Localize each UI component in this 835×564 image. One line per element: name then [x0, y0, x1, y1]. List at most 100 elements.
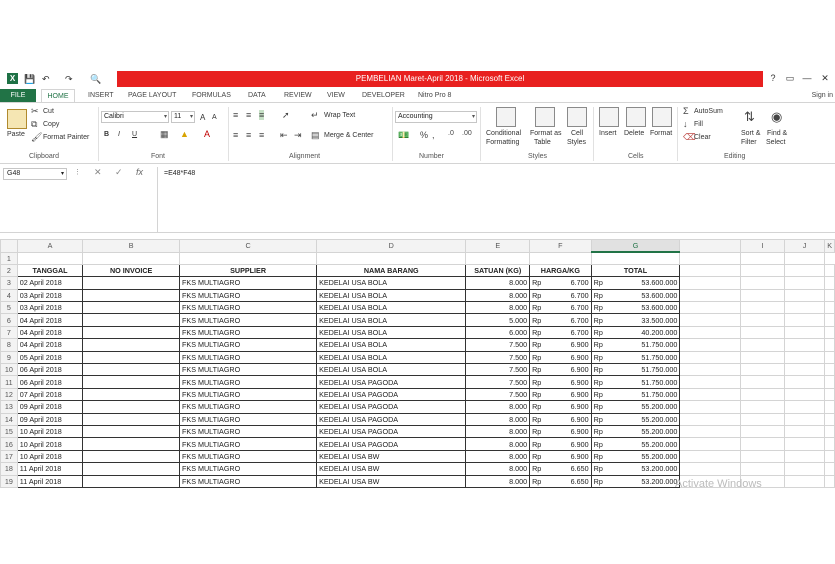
cell[interactable]: [783, 251, 826, 265]
cell-supplier[interactable]: FKS MULTIAGRO: [179, 338, 318, 352]
cell-no-invoice[interactable]: [82, 362, 181, 377]
column-header-c[interactable]: C: [179, 239, 318, 253]
number-format-select[interactable]: Accounting ▾: [395, 111, 477, 123]
conditional-formatting-button[interactable]: Conditional: [486, 130, 521, 137]
cell[interactable]: [824, 424, 835, 439]
cell-tanggal[interactable]: 06 April 2018: [16, 362, 84, 377]
cell-satuan[interactable]: 7.500: [465, 338, 531, 352]
cell-harga[interactable]: Rp 6.700: [529, 276, 592, 290]
cell-no-invoice[interactable]: [82, 301, 181, 315]
tab-data[interactable]: DATA: [248, 89, 266, 102]
cell-supplier[interactable]: FKS MULTIAGRO: [179, 350, 318, 365]
header-no-invoice[interactable]: NO INVOICE: [82, 263, 181, 278]
cell-satuan[interactable]: 8.000: [465, 288, 531, 303]
cell-no-invoice[interactable]: [82, 449, 181, 464]
row-header[interactable]: 19: [0, 474, 18, 488]
cell[interactable]: [824, 375, 835, 389]
cell-tanggal[interactable]: 04 April 2018: [16, 313, 84, 327]
cell[interactable]: [739, 449, 785, 464]
cell-harga[interactable]: Rp 6.650: [529, 462, 592, 476]
row-header[interactable]: 7: [0, 325, 18, 340]
cell[interactable]: [824, 474, 835, 488]
binoculars-icon[interactable]: ◉: [771, 109, 782, 125]
cell[interactable]: [465, 251, 531, 265]
header-supplier[interactable]: SUPPLIER: [179, 263, 318, 278]
cell-nama-barang[interactable]: KEDELAI USA BOLA: [316, 350, 467, 365]
cell[interactable]: [783, 424, 826, 439]
cell-no-invoice[interactable]: [82, 276, 181, 290]
cell-no-invoice[interactable]: [82, 474, 181, 488]
cell-tanggal[interactable]: 04 April 2018: [16, 338, 84, 352]
cell-supplier[interactable]: FKS MULTIAGRO: [179, 313, 318, 327]
cell-nama-barang[interactable]: KEDELAI USA BOLA: [316, 338, 467, 352]
align-center-icon[interactable]: ≡: [246, 130, 251, 140]
cell-supplier[interactable]: FKS MULTIAGRO: [179, 288, 318, 303]
font-color-icon[interactable]: A: [204, 129, 210, 139]
delete-cells-button[interactable]: Delete: [624, 130, 644, 137]
row-header[interactable]: 17: [0, 449, 18, 464]
column-header-a[interactable]: A: [16, 239, 84, 253]
cell-supplier[interactable]: FKS MULTIAGRO: [179, 412, 318, 426]
cell-total[interactable]: Rp 51.750.000: [590, 387, 681, 402]
format-cells-icon[interactable]: [652, 107, 672, 127]
cell-supplier[interactable]: FKS MULTIAGRO: [179, 276, 318, 290]
column-header-g[interactable]: G: [590, 239, 681, 253]
cell-supplier[interactable]: FKS MULTIAGRO: [179, 437, 318, 451]
cell[interactable]: [82, 251, 181, 265]
cell-satuan[interactable]: 8.000: [465, 276, 531, 290]
cell-no-invoice[interactable]: [82, 437, 181, 451]
cell[interactable]: [783, 350, 826, 365]
wrap-text-button[interactable]: Wrap Text: [324, 112, 355, 119]
cell[interactable]: [739, 313, 785, 327]
cell[interactable]: [679, 449, 741, 464]
percent-style-icon[interactable]: %: [420, 130, 428, 140]
delete-cells-icon[interactable]: [626, 107, 646, 127]
merge-center-button[interactable]: Merge & Center: [324, 132, 373, 139]
cell-nama-barang[interactable]: KEDELAI USA PAGODA: [316, 437, 467, 451]
cell-nama-barang[interactable]: KEDELAI USA BOLA: [316, 288, 467, 303]
cell[interactable]: [679, 301, 741, 315]
fill-color-icon[interactable]: ▲: [180, 129, 189, 139]
cell[interactable]: [783, 301, 826, 315]
cell[interactable]: [824, 449, 835, 464]
cell-total[interactable]: Rp 55.200.000: [590, 424, 681, 439]
cell-total[interactable]: Rp 55.200.000: [590, 412, 681, 426]
cell[interactable]: [739, 301, 785, 315]
cell[interactable]: [824, 263, 835, 278]
orientation-icon[interactable]: ➚: [282, 110, 290, 121]
cell-tanggal[interactable]: 10 April 2018: [16, 424, 84, 439]
cell-total[interactable]: Rp 53.600.000: [590, 288, 681, 303]
cell-total[interactable]: Rp 53.200.000: [590, 474, 681, 488]
undo-icon[interactable]: ↶: [42, 73, 50, 85]
paste-icon[interactable]: [7, 109, 27, 129]
row-header[interactable]: 12: [0, 387, 18, 402]
minimize-button[interactable]: —: [800, 72, 814, 85]
help-button[interactable]: ?: [766, 72, 780, 85]
borders-icon[interactable]: ▦: [160, 129, 169, 140]
cell-nama-barang[interactable]: KEDELAI USA PAGODA: [316, 400, 467, 414]
cell[interactable]: [679, 362, 741, 377]
cell-tanggal[interactable]: 09 April 2018: [16, 400, 84, 414]
cell[interactable]: [739, 276, 785, 290]
cell[interactable]: [783, 412, 826, 426]
cell[interactable]: [824, 412, 835, 426]
close-button[interactable]: ✕: [818, 72, 832, 85]
tab-insert[interactable]: INSERT: [88, 89, 114, 102]
cell[interactable]: [739, 288, 785, 303]
header-harga[interactable]: HARGA/KG: [529, 263, 592, 278]
cell-satuan[interactable]: 8.000: [465, 437, 531, 451]
format-painter-icon[interactable]: 🖌: [31, 132, 42, 143]
conditional-formatting-icon[interactable]: [496, 107, 516, 127]
tab-view[interactable]: VIEW: [327, 89, 345, 102]
cell-tanggal[interactable]: 05 April 2018: [16, 350, 84, 365]
cell[interactable]: [739, 338, 785, 352]
cell-harga[interactable]: Rp 6.900: [529, 412, 592, 426]
sign-in-link[interactable]: Sign in: [812, 89, 833, 102]
cell[interactable]: [824, 350, 835, 365]
cell-supplier[interactable]: FKS MULTIAGRO: [179, 474, 318, 488]
row-header[interactable]: 4: [0, 288, 18, 303]
column-header-j[interactable]: J: [783, 239, 826, 253]
format-painter-button[interactable]: Format Painter: [43, 134, 89, 141]
cell-satuan[interactable]: 7.500: [465, 350, 531, 365]
cell-total[interactable]: Rp 55.200.000: [590, 449, 681, 464]
